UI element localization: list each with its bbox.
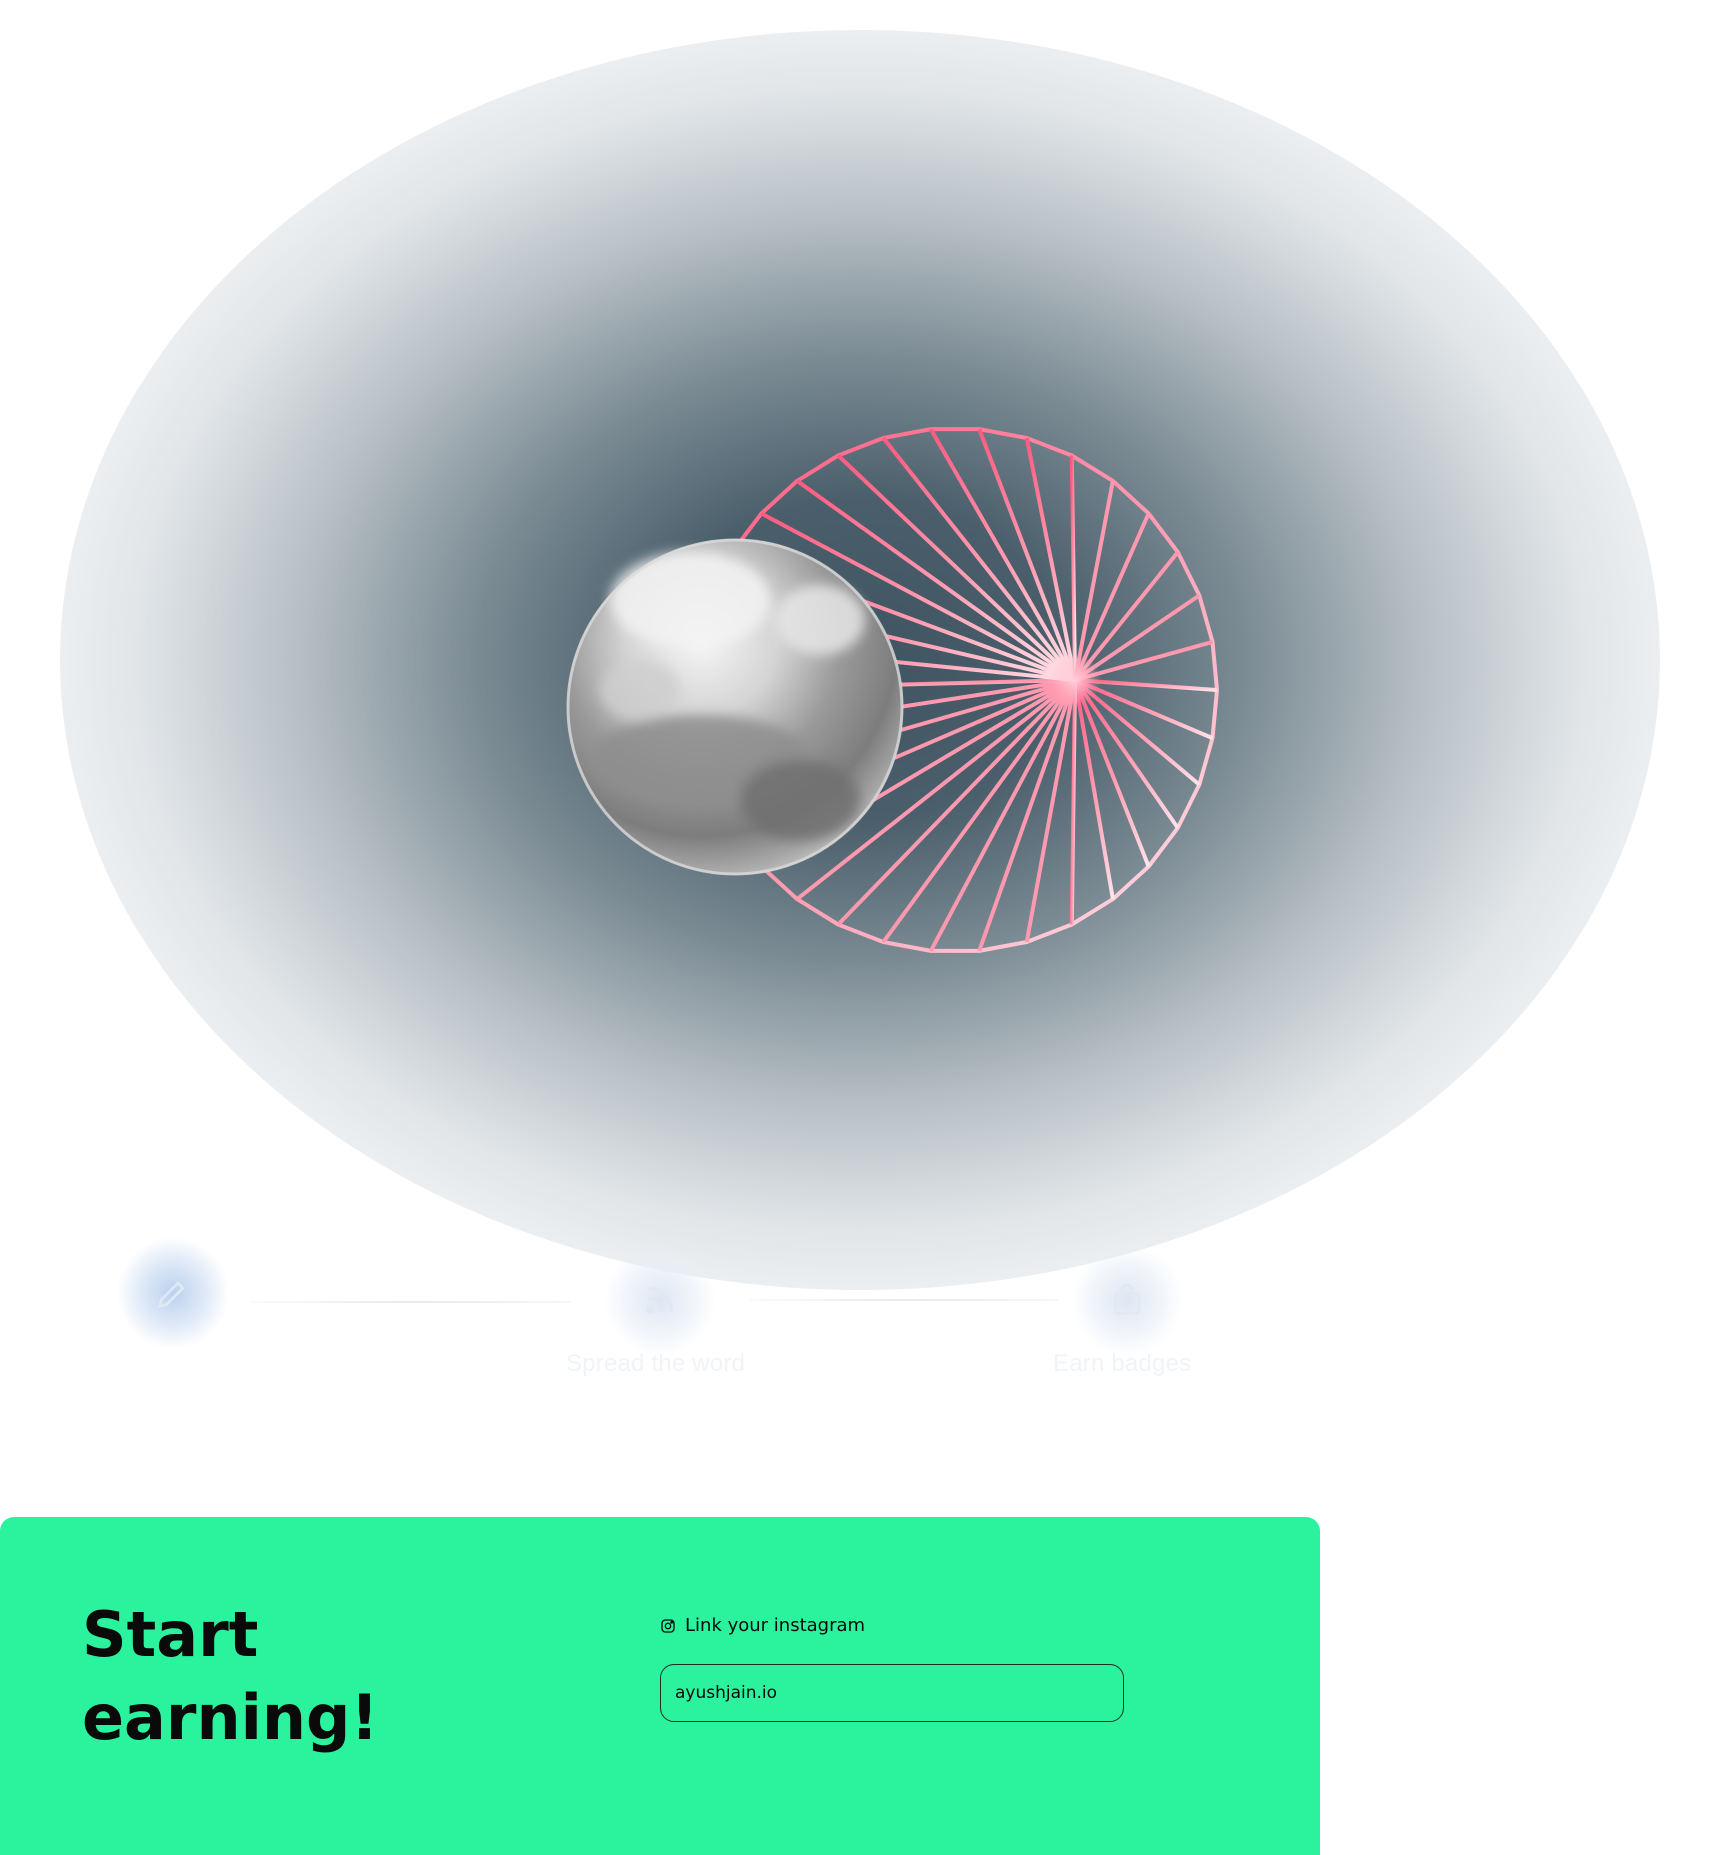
wheel-spoke (1069, 455, 1077, 681)
step-3-badge (1072, 1245, 1182, 1355)
rss-icon (646, 1287, 673, 1314)
step-2-badge (605, 1245, 715, 1355)
step-1-badge (118, 1238, 228, 1348)
start-earning-panel: Start earning! Link your instagram (0, 1517, 1320, 1855)
instagram-handle-input[interactable] (660, 1664, 1124, 1722)
instagram-label: Link your instagram (660, 1615, 865, 1636)
step-3-label: Earn badges (1053, 1350, 1192, 1377)
wheel-spoke (977, 679, 1077, 952)
instagram-icon (661, 1618, 675, 1633)
step-connector (750, 1299, 1058, 1301)
step-2-label: Spread the word (566, 1350, 746, 1377)
step-connector (250, 1301, 570, 1303)
wheel-spoke (1024, 679, 1077, 943)
wheel-spoke (1073, 679, 1115, 900)
page: Spread the word Earn badges Start earnin… (0, 0, 1712, 1855)
instagram-label-text: Link your instagram (685, 1615, 866, 1636)
pencil-icon (157, 1281, 185, 1309)
wheel-spoke (977, 428, 1077, 681)
wheel-spoke (1069, 679, 1077, 925)
wheel-hub (1049, 654, 1101, 706)
chrome-sphere (566, 538, 904, 876)
wheel-spoke (1073, 480, 1115, 681)
hero-section: Spread the word Earn badges (0, 0, 1712, 1400)
shopping-bag-icon (1114, 1283, 1140, 1315)
hero-illustration (566, 427, 1219, 953)
cta-title: Start earning! (82, 1598, 379, 1754)
